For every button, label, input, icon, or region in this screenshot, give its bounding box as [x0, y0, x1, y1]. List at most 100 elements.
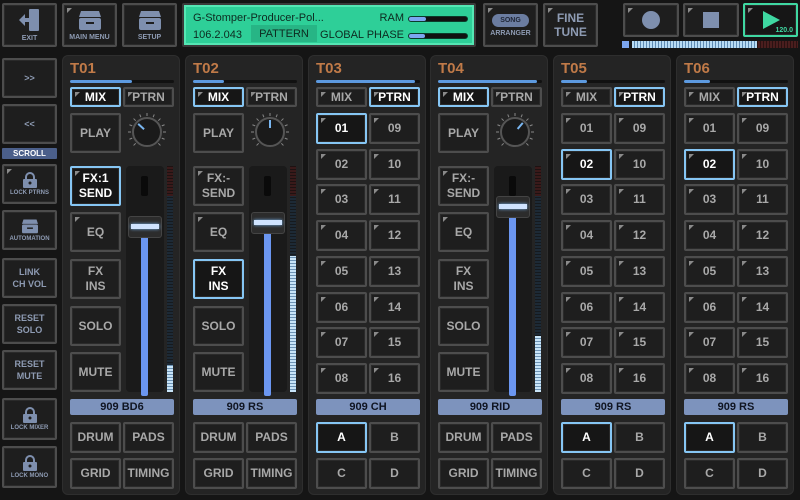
- pattern-button[interactable]: 07: [561, 327, 612, 359]
- pattern-button[interactable]: 03: [684, 184, 735, 216]
- pattern-button[interactable]: 03: [316, 184, 367, 216]
- stop-button[interactable]: [683, 3, 739, 37]
- solo-button[interactable]: SOLO: [70, 306, 121, 346]
- mix-tab[interactable]: MIX: [561, 87, 612, 107]
- bank-button[interactable]: D: [369, 458, 420, 489]
- volume-fader[interactable]: [494, 166, 532, 396]
- reset-mute-button[interactable]: RESET MUTE: [2, 350, 57, 390]
- volume-fader[interactable]: [126, 166, 164, 396]
- fader-handle[interactable]: [251, 212, 285, 234]
- instrument-name[interactable]: 909 RS: [193, 399, 297, 415]
- mix-tab[interactable]: MIX: [684, 87, 735, 107]
- pattern-button[interactable]: 12: [614, 220, 665, 252]
- instrument-name[interactable]: 909 RID: [438, 399, 542, 415]
- solo-button[interactable]: SOLO: [438, 306, 489, 346]
- pattern-button[interactable]: 08: [561, 362, 612, 394]
- pattern-button[interactable]: 06: [561, 291, 612, 323]
- pattern-button[interactable]: 14: [369, 291, 420, 323]
- fader-handle[interactable]: [128, 216, 162, 238]
- pattern-button[interactable]: 10: [369, 148, 420, 180]
- eq-button[interactable]: EQ: [438, 212, 489, 252]
- bank-button[interactable]: C: [684, 458, 735, 489]
- pattern-button[interactable]: 13: [369, 255, 420, 287]
- mute-button[interactable]: MUTE: [438, 352, 489, 392]
- mix-tab[interactable]: MIX: [316, 87, 367, 107]
- fx-ins-button[interactable]: FX INS: [438, 259, 489, 299]
- eq-button[interactable]: EQ: [70, 212, 121, 252]
- lock-mono-button[interactable]: LOCK MONO: [2, 446, 57, 488]
- timing-button[interactable]: TIMING: [123, 458, 174, 489]
- pattern-button[interactable]: 08: [684, 362, 735, 394]
- bank-button[interactable]: D: [737, 458, 788, 489]
- pattern-button[interactable]: 12: [369, 220, 420, 252]
- fx-send-button[interactable]: FX:- SEND: [193, 166, 244, 206]
- mute-button[interactable]: MUTE: [70, 352, 121, 392]
- pattern-button[interactable]: 02: [561, 148, 612, 180]
- play-button[interactable]: PLAY: [193, 113, 244, 153]
- timing-button[interactable]: TIMING: [246, 458, 297, 489]
- exit-button[interactable]: EXIT: [2, 3, 57, 47]
- bank-button[interactable]: A: [561, 422, 612, 453]
- instrument-name[interactable]: 909 CH: [316, 399, 420, 415]
- pattern-button[interactable]: 05: [316, 255, 367, 287]
- pattern-button[interactable]: 05: [684, 255, 735, 287]
- arranger-button[interactable]: SONG ARRANGER: [483, 3, 538, 47]
- pattern-button[interactable]: 07: [316, 327, 367, 359]
- mix-tab[interactable]: MIX: [193, 87, 244, 107]
- pan-knob[interactable]: [127, 112, 167, 152]
- pattern-button[interactable]: 14: [737, 291, 788, 323]
- mix-tab[interactable]: MIX: [70, 87, 121, 107]
- play-button[interactable]: 120.0: [743, 3, 798, 37]
- pattern-button[interactable]: 10: [737, 148, 788, 180]
- pattern-button[interactable]: 04: [316, 220, 367, 252]
- pattern-button[interactable]: 06: [316, 291, 367, 323]
- pattern-button[interactable]: 01: [561, 113, 612, 144]
- drum-button[interactable]: DRUM: [70, 422, 121, 453]
- pattern-button[interactable]: 03: [561, 184, 612, 216]
- bank-button[interactable]: B: [737, 422, 788, 453]
- pattern-button[interactable]: 09: [369, 113, 420, 144]
- pattern-button[interactable]: 09: [614, 113, 665, 144]
- pattern-button[interactable]: 16: [369, 362, 420, 394]
- pattern-button[interactable]: 07: [684, 327, 735, 359]
- pattern-button[interactable]: 09: [737, 113, 788, 144]
- pattern-button[interactable]: 10: [614, 148, 665, 180]
- mix-tab[interactable]: MIX: [438, 87, 489, 107]
- pattern-button[interactable]: 05: [561, 255, 612, 287]
- fx-ins-button[interactable]: FX INS: [193, 259, 244, 299]
- pan-knob[interactable]: [250, 112, 290, 152]
- bank-button[interactable]: B: [614, 422, 665, 453]
- lock-patterns-button[interactable]: LOCK PTRNS: [2, 164, 57, 204]
- fader-handle[interactable]: [496, 196, 530, 218]
- pads-button[interactable]: PADS: [123, 422, 174, 453]
- pattern-button[interactable]: 15: [614, 327, 665, 359]
- grid-button[interactable]: GRID: [438, 458, 489, 489]
- fx-ins-button[interactable]: FX INS: [70, 259, 121, 299]
- pattern-button[interactable]: 15: [369, 327, 420, 359]
- mute-button[interactable]: MUTE: [193, 352, 244, 392]
- pads-button[interactable]: PADS: [246, 422, 297, 453]
- instrument-name[interactable]: 909 RS: [561, 399, 665, 415]
- bank-button[interactable]: C: [316, 458, 367, 489]
- pattern-button[interactable]: 12: [737, 220, 788, 252]
- scroll-back-button[interactable]: <<: [2, 104, 57, 144]
- automation-button[interactable]: AUTOMATION: [2, 210, 57, 250]
- grid-button[interactable]: GRID: [70, 458, 121, 489]
- pattern-button[interactable]: 16: [737, 362, 788, 394]
- pattern-button[interactable]: 11: [369, 184, 420, 216]
- grid-button[interactable]: GRID: [193, 458, 244, 489]
- eq-button[interactable]: EQ: [193, 212, 244, 252]
- timing-button[interactable]: TIMING: [491, 458, 542, 489]
- pattern-button[interactable]: 11: [614, 184, 665, 216]
- bank-button[interactable]: A: [316, 422, 367, 453]
- pads-button[interactable]: PADS: [491, 422, 542, 453]
- pan-knob[interactable]: [495, 112, 535, 152]
- ptrn-tab[interactable]: PTRN: [246, 87, 297, 107]
- play-button[interactable]: PLAY: [70, 113, 121, 153]
- ptrn-tab[interactable]: PTRN: [737, 87, 788, 107]
- bank-button[interactable]: D: [614, 458, 665, 489]
- ptrn-tab[interactable]: PTRN: [491, 87, 542, 107]
- bank-button[interactable]: A: [684, 422, 735, 453]
- scroll-forward-button[interactable]: >>: [2, 58, 57, 98]
- main-menu-button[interactable]: MAIN MENU: [62, 3, 117, 47]
